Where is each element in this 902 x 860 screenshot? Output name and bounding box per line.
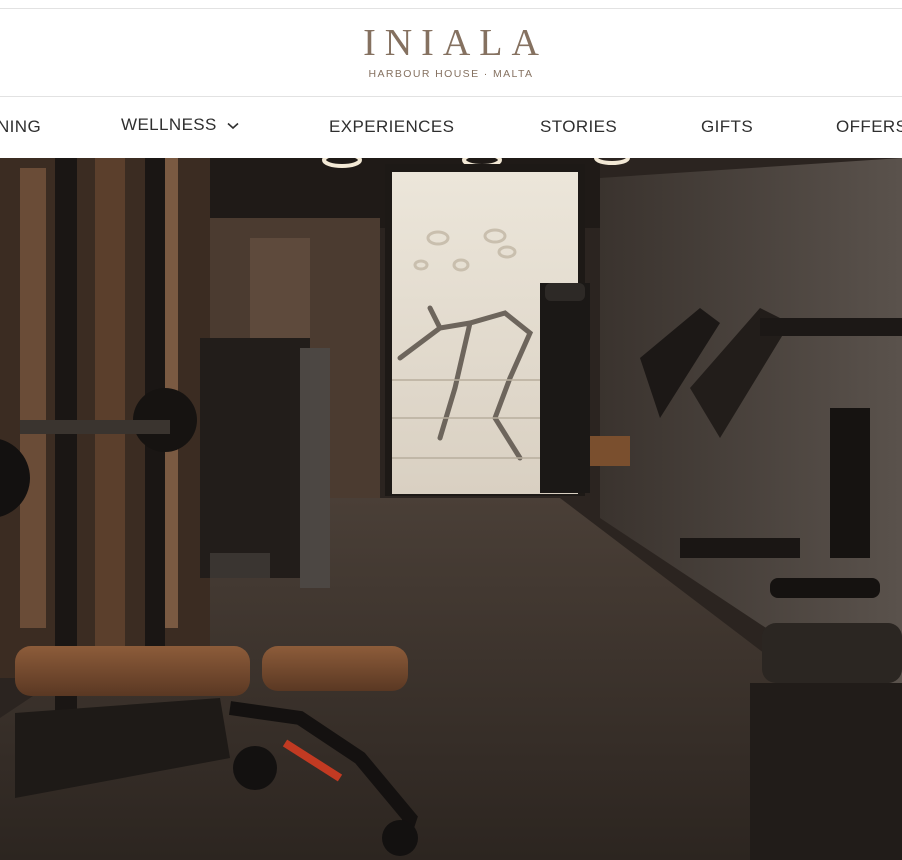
nav-item-wellness-label: WELLNESS: [121, 115, 217, 134]
nav-item-experiences[interactable]: EXPERIENCES: [329, 117, 454, 137]
nav-item-offers[interactable]: OFFERS: [836, 117, 902, 137]
main-nav: NING WELLNESS EXPERIENCES STORIES GIFTS …: [0, 97, 902, 158]
nav-item-stories[interactable]: STORIES: [540, 117, 617, 137]
brand-name: INIALA: [363, 22, 548, 64]
brand-subtitle: HARBOUR HOUSE · MALTA: [368, 68, 534, 80]
nav-item-gifts[interactable]: GIFTS: [701, 117, 753, 137]
hero-image: [0, 158, 902, 860]
nav-item-dining[interactable]: NING: [0, 117, 41, 137]
brand-logo[interactable]: INIALA HARBOUR HOUSE · MALTA: [0, 9, 902, 96]
chevron-down-icon: [227, 122, 239, 129]
nav-item-wellness[interactable]: WELLNESS: [121, 115, 239, 135]
gym-interior-photo: [0, 158, 902, 860]
